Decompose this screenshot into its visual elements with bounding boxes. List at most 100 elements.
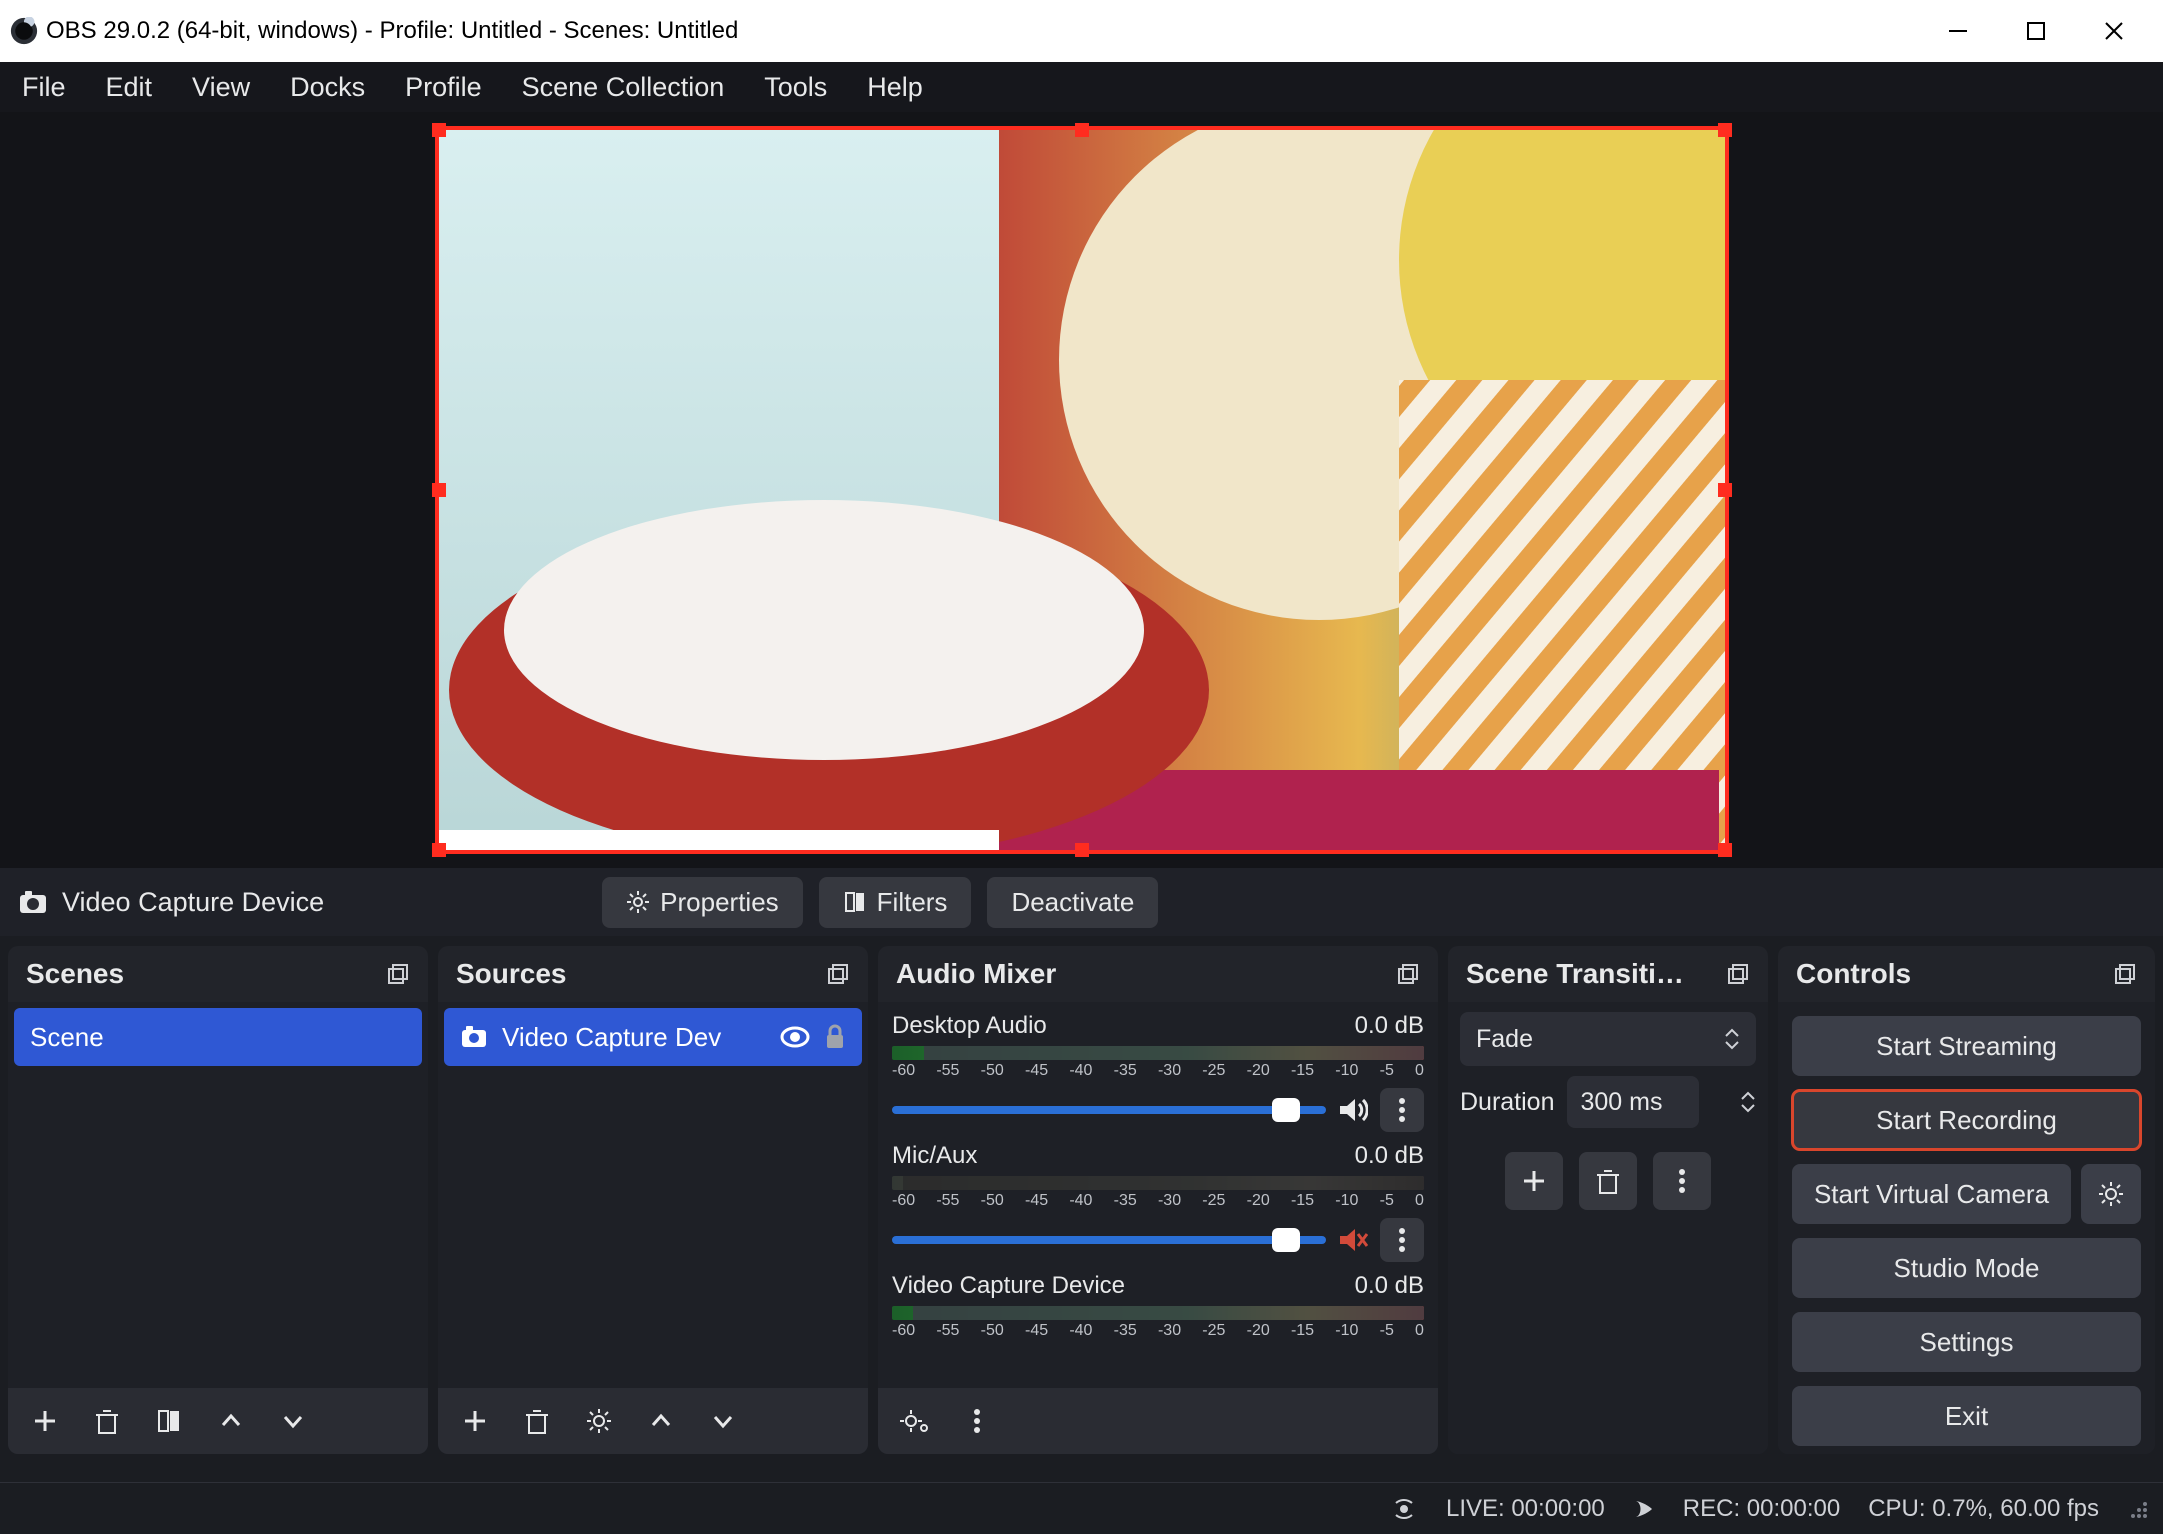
controls-title: Controls [1796, 958, 1911, 990]
transition-select[interactable]: Fade [1460, 1012, 1756, 1066]
dock-popout-icon[interactable] [826, 962, 850, 986]
stream-icon [1633, 1498, 1655, 1520]
mixer-channel-db: 0.0 dB [1355, 1012, 1424, 1040]
filters-icon [843, 890, 867, 914]
menu-scene-collection[interactable]: Scene Collection [506, 64, 741, 111]
properties-label: Properties [660, 887, 779, 918]
preview-area[interactable] [0, 112, 2163, 868]
channel-more-button[interactable] [1380, 1218, 1424, 1262]
dock-popout-icon[interactable] [386, 962, 410, 986]
source-row[interactable]: Video Capture Dev [444, 1008, 862, 1066]
menu-bar: File Edit View Docks Profile Scene Colle… [0, 62, 2163, 112]
menu-edit[interactable]: Edit [90, 64, 169, 111]
audio-meter [892, 1176, 1424, 1190]
scenes-title: Scenes [26, 958, 124, 990]
studio-mode-button[interactable]: Studio Mode [1792, 1238, 2141, 1298]
add-transition-button[interactable] [1505, 1152, 1563, 1210]
dock-popout-icon[interactable] [2113, 962, 2137, 986]
obs-icon [10, 17, 38, 45]
duration-label: Duration [1460, 1088, 1555, 1117]
menu-view[interactable]: View [176, 64, 266, 111]
menu-tools[interactable]: Tools [748, 64, 843, 111]
remove-source-button[interactable] [510, 1394, 564, 1448]
dock-popout-icon[interactable] [1396, 962, 1420, 986]
scene-transitions-panel: Scene Transiti… Fade Duration 300 ms [1448, 946, 1768, 1454]
deactivate-button[interactable]: Deactivate [987, 877, 1158, 928]
menu-docks[interactable]: Docks [274, 64, 381, 111]
source-context-bar: Video Capture Device Properties Filters … [0, 868, 2163, 936]
volume-slider[interactable] [892, 1236, 1326, 1244]
preview-video-image [439, 130, 1725, 850]
start-recording-button[interactable]: Start Recording [1792, 1090, 2141, 1150]
lock-toggle-icon[interactable] [824, 1024, 846, 1050]
status-live: LIVE: 00:00:00 [1446, 1495, 1605, 1523]
mixer-channel: Desktop Audio0.0 dB -60-55-50-45-40-35-3… [878, 1002, 1438, 1132]
window-close-button[interactable] [2075, 0, 2153, 62]
dock-popout-icon[interactable] [1726, 962, 1750, 986]
settings-button[interactable]: Settings [1792, 1312, 2141, 1372]
menu-help[interactable]: Help [851, 64, 939, 111]
exit-button[interactable]: Exit [1792, 1386, 2141, 1446]
source-label: Video Capture Dev [502, 1022, 721, 1053]
source-properties-button[interactable] [572, 1394, 626, 1448]
mixer-advanced-button[interactable] [888, 1394, 942, 1448]
deactivate-label: Deactivate [1011, 887, 1134, 918]
scene-move-up-button[interactable] [204, 1394, 258, 1448]
properties-button[interactable]: Properties [602, 877, 803, 928]
chevron-down-icon [1724, 1040, 1740, 1050]
start-streaming-button[interactable]: Start Streaming [1792, 1016, 2141, 1076]
filters-label: Filters [877, 887, 948, 918]
meter-ticks: -60-55-50-45-40-35-30-25-20-15-10-50 [892, 1192, 1424, 1210]
channel-more-button[interactable] [1380, 1088, 1424, 1132]
window-maximize-button[interactable] [1997, 0, 2075, 62]
mixer-channel-db: 0.0 dB [1355, 1142, 1424, 1170]
audio-mixer-panel: Audio Mixer Desktop Audio0.0 dB -60-55-5… [878, 946, 1438, 1454]
controls-panel: Controls Start Streaming Start Recording… [1778, 946, 2155, 1454]
mixer-channel-name: Video Capture Device [892, 1272, 1125, 1300]
camera-icon [460, 1025, 488, 1049]
camera-icon [18, 889, 48, 915]
network-icon [1390, 1497, 1418, 1521]
start-virtual-camera-button[interactable]: Start Virtual Camera [1792, 1164, 2071, 1224]
add-scene-button[interactable] [18, 1394, 72, 1448]
menu-profile[interactable]: Profile [389, 64, 498, 111]
mixer-channel-name: Mic/Aux [892, 1142, 977, 1170]
sources-panel: Sources Video Capture Dev [438, 946, 868, 1454]
mixer-channel: Video Capture Device0.0 dB -60-55-50-45-… [878, 1262, 1438, 1340]
status-cpu: CPU: 0.7%, 60.00 fps [1868, 1495, 2099, 1523]
status-bar: LIVE: 00:00:00 REC: 00:00:00 CPU: 0.7%, … [0, 1482, 2163, 1534]
source-move-down-button[interactable] [696, 1394, 750, 1448]
selected-source-label: Video Capture Device [62, 887, 324, 918]
menu-file[interactable]: File [6, 64, 82, 111]
remove-transition-button[interactable] [1579, 1152, 1637, 1210]
mixer-menu-button[interactable] [950, 1394, 1004, 1448]
duration-value: 300 ms [1581, 1088, 1663, 1117]
preview-canvas[interactable] [439, 130, 1725, 850]
remove-scene-button[interactable] [80, 1394, 134, 1448]
resize-grip-icon[interactable] [2127, 1498, 2149, 1520]
transition-properties-button[interactable] [1653, 1152, 1711, 1210]
scene-move-down-button[interactable] [266, 1394, 320, 1448]
speaker-icon[interactable] [1338, 1096, 1368, 1124]
chevron-up-icon[interactable] [1740, 1091, 1756, 1101]
chevron-down-icon[interactable] [1740, 1103, 1756, 1113]
audio-meter [892, 1046, 1424, 1060]
add-source-button[interactable] [448, 1394, 502, 1448]
source-move-up-button[interactable] [634, 1394, 688, 1448]
window-titlebar: OBS 29.0.2 (64-bit, windows) - Profile: … [0, 0, 2163, 62]
filters-button[interactable]: Filters [819, 877, 972, 928]
scene-row[interactable]: Scene [14, 1008, 422, 1066]
window-minimize-button[interactable] [1919, 0, 1997, 62]
virtual-camera-settings-button[interactable] [2081, 1164, 2141, 1224]
mixer-channel: Mic/Aux 0.0 dB -60-55-50-45-40-35-30-25-2… [878, 1132, 1438, 1262]
scene-filters-button[interactable] [142, 1394, 196, 1448]
status-rec: REC: 00:00:00 [1683, 1495, 1840, 1523]
scene-label: Scene [30, 1022, 104, 1053]
scenes-panel: Scenes Scene [8, 946, 428, 1454]
duration-input[interactable]: 300 ms [1567, 1076, 1699, 1128]
chevron-up-icon [1724, 1028, 1740, 1038]
sources-title: Sources [456, 958, 567, 990]
visibility-toggle-icon[interactable] [780, 1026, 810, 1048]
speaker-muted-icon[interactable] [1338, 1226, 1368, 1254]
volume-slider[interactable] [892, 1106, 1326, 1114]
